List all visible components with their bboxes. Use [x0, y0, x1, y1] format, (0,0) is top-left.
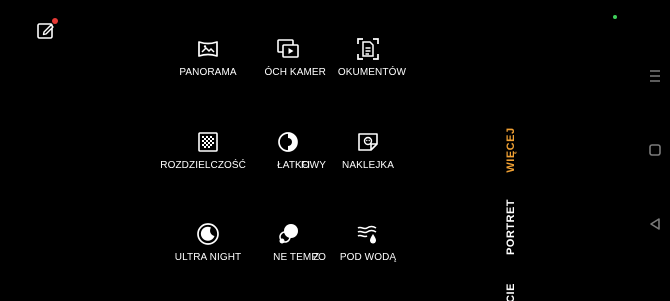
- mode-label: OKUMENTÓW: [337, 67, 406, 78]
- mode-switcher: WIĘCEJ PORTRET CIE: [496, 0, 526, 301]
- notification-dot: [52, 18, 58, 24]
- menu-button[interactable]: [645, 66, 665, 86]
- ultra-night-icon: [196, 222, 220, 246]
- camera-more-modes-screen: PANORAMA ÓCH KAMER OKUMENTÓW ROZDZIELCZO…: [0, 0, 670, 301]
- tab-label: CIE: [505, 283, 517, 301]
- back-triangle-icon: [650, 218, 660, 230]
- edit-modes-button[interactable]: [36, 18, 58, 40]
- mode-sticker[interactable]: NAKLEJKA: [320, 130, 416, 180]
- mode-label: ROZDZIELCZOŚĆ: [160, 160, 246, 171]
- mode-label: ULTRA NIGHT: [174, 252, 242, 263]
- status-indicator-dot: [613, 15, 617, 19]
- home-square-icon: [649, 144, 661, 156]
- tab-portrait[interactable]: PORTRET: [496, 196, 526, 258]
- home-button[interactable]: [645, 140, 665, 160]
- tab-truncated[interactable]: CIE: [496, 278, 526, 301]
- mode-label: POD WODĄ: [339, 252, 397, 263]
- back-button[interactable]: [645, 214, 665, 234]
- tab-more[interactable]: WIĘCEJ: [496, 122, 526, 178]
- panorama-icon: [196, 37, 220, 61]
- underwater-icon: [356, 222, 380, 246]
- mode-underwater[interactable]: POD WODĄ: [320, 222, 416, 272]
- tab-label: WIĘCEJ: [505, 127, 517, 173]
- dual-camera-icon: [276, 37, 300, 61]
- slow-motion-icon: [276, 222, 300, 246]
- mode-grid: PANORAMA ÓCH KAMER OKUMENTÓW ROZDZIELCZO…: [160, 0, 420, 301]
- mode-label: FI: [301, 160, 311, 171]
- system-navigation-bar: [640, 0, 670, 301]
- mode-label: Z: [313, 252, 320, 263]
- tab-label: PORTRET: [505, 198, 517, 256]
- mode-label: PANORAMA: [179, 67, 237, 78]
- high-resolution-icon: [196, 130, 220, 154]
- mode-label: ÓCH KAMER: [264, 67, 326, 78]
- mode-label: NAKLEJKA: [342, 160, 394, 171]
- sticker-icon: [356, 130, 380, 154]
- document-scan-icon: [356, 37, 380, 61]
- menu-icon: [650, 70, 660, 82]
- mode-document-scan[interactable]: OKUMENTÓW: [320, 37, 416, 87]
